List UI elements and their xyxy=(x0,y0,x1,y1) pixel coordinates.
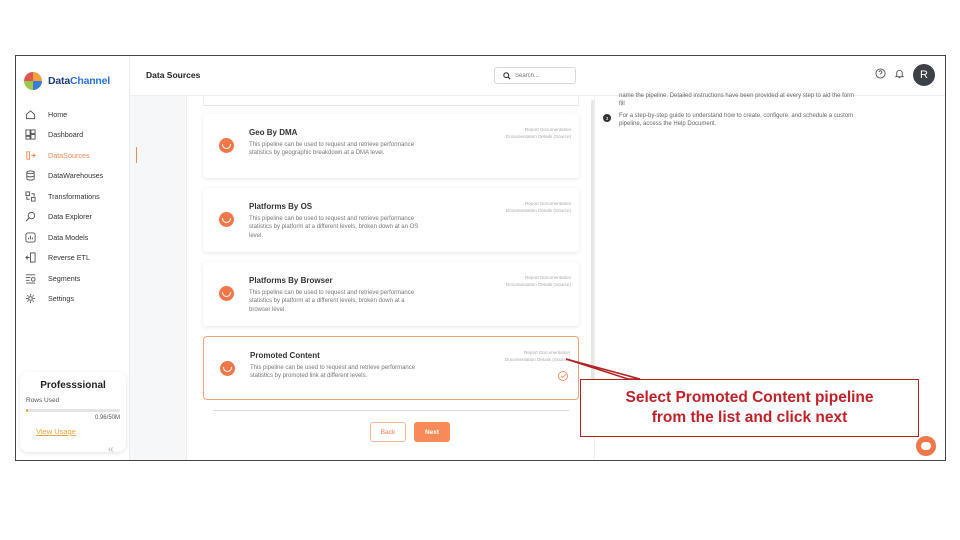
sidebar-item-label: DataWarehouses xyxy=(48,171,104,181)
sidebar-item-data-explorer[interactable]: Data Explorer xyxy=(24,207,128,228)
pipeline-card-platforms-by-os[interactable]: Platforms By OS This pipeline can be use… xyxy=(203,188,579,252)
selected-check-icon xyxy=(558,371,568,381)
search-icon xyxy=(503,67,511,85)
view-usage-link[interactable]: View Usage xyxy=(36,427,76,436)
documentation-details-link[interactable]: Documentation Details (Source) xyxy=(506,207,571,214)
models-icon xyxy=(24,231,36,243)
pipeline-title: Platforms By Browser xyxy=(249,276,333,285)
pipeline-title: Geo By DMA xyxy=(249,128,298,137)
pipeline-card-promoted-content[interactable]: Promoted Content This pipeline can be us… xyxy=(203,336,579,400)
pipeline-logo-icon xyxy=(219,286,234,301)
pipeline-card-geo-by-dma[interactable]: Geo By DMA This pipeline can be used to … xyxy=(203,114,579,178)
usage-progress-fill xyxy=(26,409,28,412)
transform-icon xyxy=(24,190,36,202)
callout-line-1: Select Promoted Content pipeline xyxy=(625,389,874,406)
chat-icon[interactable] xyxy=(916,436,936,456)
explorer-icon xyxy=(24,211,36,223)
sidebar-item-label: Transformations xyxy=(48,191,100,201)
rows-used-value: 0.96/50M xyxy=(94,415,120,421)
report-documentation-link[interactable]: Report Documentation xyxy=(506,126,571,133)
avatar[interactable]: R xyxy=(913,64,935,86)
pipeline-description: This pipeline can be used to request and… xyxy=(249,216,419,239)
sidebar-item-label: DataSources xyxy=(48,150,90,160)
sidebar-item-label: Dashboard xyxy=(48,130,84,140)
sidebar-item-label: Home xyxy=(48,109,68,119)
help-icon[interactable] xyxy=(875,66,886,84)
sidebar-nav: Home Dashboard DataSources DataWarehouse… xyxy=(24,104,128,309)
step-number-badge: 3 xyxy=(603,114,611,122)
pipeline-title: Platforms By OS xyxy=(249,202,313,211)
page-title: Data Sources xyxy=(146,70,201,80)
previous-card-fragment xyxy=(203,96,579,106)
sidebar: DataChannel Home Dashboard DataSources D… xyxy=(16,56,130,460)
documentation-details-link[interactable]: Documentation Details (Source) xyxy=(505,356,570,363)
reverse-etl-icon xyxy=(24,252,36,264)
sidebar-item-settings[interactable]: Settings xyxy=(24,289,128,310)
back-button[interactable]: Back xyxy=(370,422,406,442)
documentation-details-link[interactable]: Documentation Details (Source) xyxy=(506,133,571,140)
logo[interactable]: DataChannel xyxy=(24,72,110,90)
pipeline-title: Promoted Content xyxy=(250,351,320,360)
dashboard-icon xyxy=(24,129,36,141)
sidebar-item-label: Reverse ETL xyxy=(48,253,90,263)
rows-used-label: Rows Used xyxy=(26,397,60,404)
top-bar: Data Sources R xyxy=(130,56,945,96)
logo-icon xyxy=(24,72,42,90)
sidebar-item-label: Data Explorer xyxy=(48,212,92,222)
notification-bell-icon[interactable] xyxy=(894,66,905,84)
pipeline-description: This pipeline can be used to request and… xyxy=(249,142,415,157)
search-input[interactable] xyxy=(515,72,571,79)
search-box[interactable] xyxy=(494,67,576,84)
sidebar-item-reverse-etl[interactable]: Reverse ETL xyxy=(24,248,128,269)
plan-title: Professsional xyxy=(40,380,106,391)
home-icon xyxy=(24,108,36,120)
report-documentation-link[interactable]: Report Documentation xyxy=(505,349,570,356)
pipeline-description: This pipeline can be used to request and… xyxy=(249,290,415,313)
pipeline-logo-icon xyxy=(219,212,234,227)
pipeline-doc-links: Report Documentation Documentation Detai… xyxy=(506,274,571,288)
database-icon xyxy=(24,170,36,182)
callout-line-2: from the list and click next xyxy=(651,409,848,426)
report-documentation-link[interactable]: Report Documentation xyxy=(506,274,571,281)
segments-icon xyxy=(24,272,36,284)
sidebar-item-label: Settings xyxy=(48,294,74,304)
instruction-text: For a step-by-step guide to understand h… xyxy=(619,113,854,127)
pipeline-card-platforms-by-browser[interactable]: Platforms By Browser This pipeline can b… xyxy=(203,262,579,326)
pipeline-list-panel: Geo By DMA This pipeline can be used to … xyxy=(186,96,594,460)
top-icons: R xyxy=(875,64,935,86)
instruction-callout: Select Promoted Content pipeline from th… xyxy=(580,379,919,437)
divider xyxy=(213,410,569,411)
pipeline-description: This pipeline can be used to request and… xyxy=(250,365,416,380)
logo-text: DataChannel xyxy=(48,75,110,87)
instruction-text-partial: name the pipeline. Detailed instructions… xyxy=(619,93,855,107)
pipeline-logo-icon xyxy=(220,361,235,376)
pipeline-doc-links: Report Documentation Documentation Detai… xyxy=(506,200,571,214)
usage-progress-bar xyxy=(26,409,120,412)
settings-icon xyxy=(24,293,36,305)
documentation-details-link[interactable]: Documentation Details (Source) xyxy=(506,281,571,288)
sidebar-item-transformations[interactable]: Transformations xyxy=(24,186,128,207)
sidebar-item-dashboard[interactable]: Dashboard xyxy=(24,125,128,146)
sidebar-item-datawarehouses[interactable]: DataWarehouses xyxy=(24,166,128,187)
report-documentation-link[interactable]: Report Documentation xyxy=(506,200,571,207)
sidebar-item-label: Segments xyxy=(48,273,81,283)
datasources-icon xyxy=(24,149,36,161)
pipeline-logo-icon xyxy=(219,138,234,153)
next-button[interactable]: Next xyxy=(414,422,450,442)
plan-usage-card: Professsional Rows Used 0.96/50M View Us… xyxy=(20,372,126,452)
collapse-sidebar-icon[interactable]: « xyxy=(108,444,114,455)
pipeline-doc-links: Report Documentation Documentation Detai… xyxy=(506,126,571,140)
sidebar-item-data-models[interactable]: Data Models xyxy=(24,227,128,248)
pipeline-doc-links: Report Documentation Documentation Detai… xyxy=(505,349,570,363)
sidebar-item-segments[interactable]: Segments xyxy=(24,268,128,289)
sidebar-item-datasources[interactable]: DataSources xyxy=(24,145,128,166)
sidebar-item-label: Data Models xyxy=(48,232,89,242)
sidebar-item-home[interactable]: Home xyxy=(24,104,128,125)
